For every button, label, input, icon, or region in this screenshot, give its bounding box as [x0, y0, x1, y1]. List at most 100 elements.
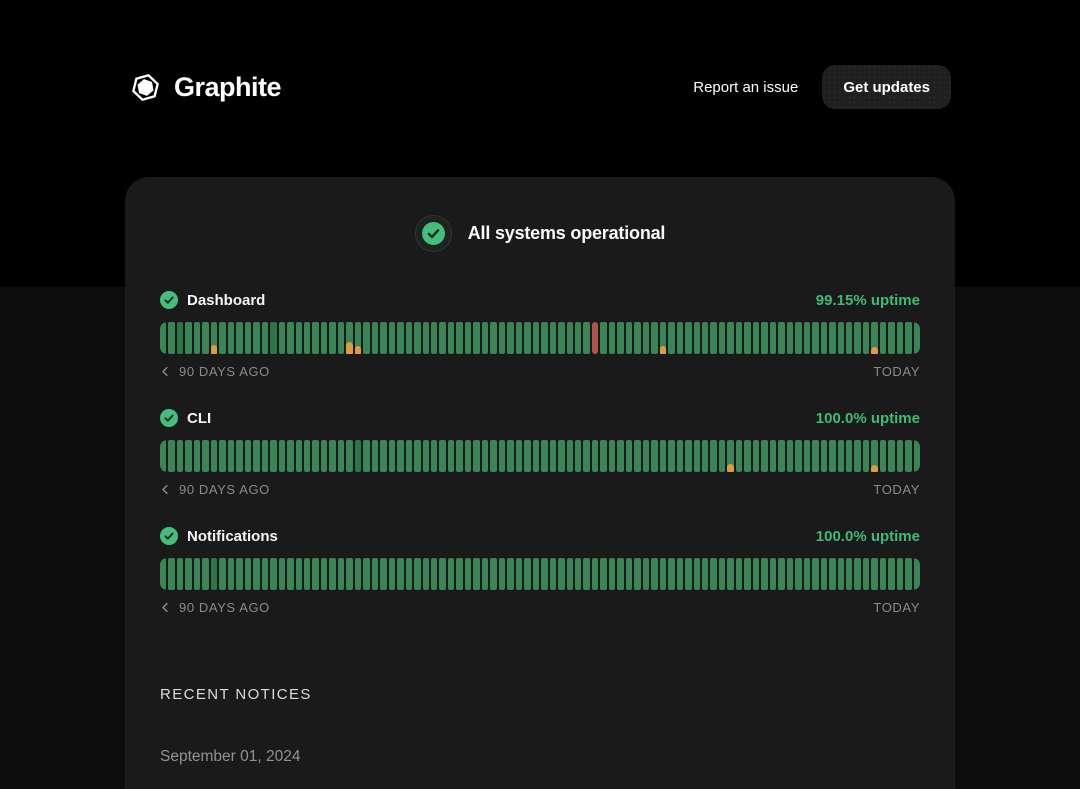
uptime-bar[interactable]: [694, 322, 700, 354]
uptime-bar[interactable]: [600, 322, 606, 354]
uptime-bar[interactable]: [270, 322, 276, 354]
uptime-bar[interactable]: [490, 440, 496, 472]
uptime-bar[interactable]: [592, 322, 598, 354]
uptime-bar[interactable]: [262, 558, 268, 590]
uptime-bar[interactable]: [185, 322, 191, 354]
uptime-bar[interactable]: [482, 440, 488, 472]
uptime-bar[interactable]: [245, 558, 251, 590]
uptime-bar[interactable]: [914, 558, 920, 590]
uptime-bar[interactable]: [160, 558, 166, 590]
uptime-bar[interactable]: [694, 440, 700, 472]
uptime-bar[interactable]: [236, 558, 242, 590]
uptime-bar[interactable]: [871, 322, 877, 354]
uptime-bar[interactable]: [787, 440, 793, 472]
uptime-bar[interactable]: [236, 322, 242, 354]
uptime-bar[interactable]: [829, 558, 835, 590]
uptime-bar[interactable]: [262, 322, 268, 354]
uptime-bar[interactable]: [346, 322, 352, 354]
uptime-bar[interactable]: [473, 558, 479, 590]
uptime-bar[interactable]: [194, 558, 200, 590]
uptime-bar[interactable]: [702, 558, 708, 590]
uptime-bar[interactable]: [888, 322, 894, 354]
uptime-bar[interactable]: [685, 322, 691, 354]
uptime-bar[interactable]: [194, 322, 200, 354]
uptime-bar[interactable]: [228, 558, 234, 590]
uptime-bar[interactable]: [168, 558, 174, 590]
uptime-bar[interactable]: [465, 322, 471, 354]
uptime-bar[interactable]: [583, 440, 589, 472]
uptime-bar[interactable]: [710, 322, 716, 354]
uptime-bar[interactable]: [727, 558, 733, 590]
uptime-bar[interactable]: [617, 440, 623, 472]
uptime-bar[interactable]: [490, 558, 496, 590]
uptime-bar[interactable]: [279, 558, 285, 590]
uptime-bar[interactable]: [160, 440, 166, 472]
uptime-bar[interactable]: [499, 440, 505, 472]
uptime-bar[interactable]: [694, 558, 700, 590]
uptime-bar[interactable]: [194, 440, 200, 472]
uptime-bar[interactable]: [304, 322, 310, 354]
uptime-bar[interactable]: [296, 322, 302, 354]
uptime-bar[interactable]: [550, 322, 556, 354]
uptime-bar[interactable]: [499, 322, 505, 354]
uptime-bar[interactable]: [507, 322, 513, 354]
uptime-bar[interactable]: [312, 322, 318, 354]
uptime-bar[interactable]: [626, 440, 632, 472]
get-updates-button[interactable]: Get updates: [822, 65, 951, 109]
uptime-bar[interactable]: [736, 440, 742, 472]
uptime-bar[interactable]: [524, 322, 530, 354]
uptime-bar[interactable]: [905, 322, 911, 354]
uptime-bar[interactable]: [880, 440, 886, 472]
uptime-bar[interactable]: [456, 558, 462, 590]
uptime-bar[interactable]: [338, 322, 344, 354]
uptime-bar[interactable]: [880, 322, 886, 354]
uptime-bar[interactable]: [177, 558, 183, 590]
uptime-bar[interactable]: [761, 558, 767, 590]
uptime-bar[interactable]: [660, 558, 666, 590]
uptime-bar[interactable]: [296, 440, 302, 472]
uptime-bar[interactable]: [202, 558, 208, 590]
uptime-bar[interactable]: [168, 440, 174, 472]
uptime-bar[interactable]: [372, 558, 378, 590]
uptime-bar[interactable]: [888, 558, 894, 590]
uptime-bar[interactable]: [202, 322, 208, 354]
uptime-bar[interactable]: [253, 558, 259, 590]
chevron-left-icon[interactable]: [160, 602, 171, 613]
uptime-bar[interactable]: [719, 440, 725, 472]
uptime-bar[interactable]: [287, 440, 293, 472]
uptime-bar[interactable]: [609, 558, 615, 590]
uptime-bar[interactable]: [575, 558, 581, 590]
uptime-bar[interactable]: [863, 558, 869, 590]
uptime-bar[interactable]: [643, 440, 649, 472]
uptime-bar[interactable]: [414, 440, 420, 472]
uptime-bar[interactable]: [406, 322, 412, 354]
uptime-bar[interactable]: [168, 322, 174, 354]
uptime-bar[interactable]: [863, 322, 869, 354]
uptime-bar[interactable]: [643, 558, 649, 590]
uptime-bar[interactable]: [439, 558, 445, 590]
uptime-bar[interactable]: [439, 440, 445, 472]
uptime-bar[interactable]: [567, 440, 573, 472]
uptime-bar[interactable]: [482, 322, 488, 354]
uptime-bar[interactable]: [871, 558, 877, 590]
uptime-bar[interactable]: [465, 440, 471, 472]
uptime-bar[interactable]: [829, 440, 835, 472]
uptime-bar[interactable]: [279, 440, 285, 472]
uptime-bar[interactable]: [888, 440, 894, 472]
uptime-bar[interactable]: [439, 322, 445, 354]
uptime-bar[interactable]: [575, 322, 581, 354]
uptime-bar[interactable]: [541, 322, 547, 354]
uptime-bar[interactable]: [804, 440, 810, 472]
uptime-bar[interactable]: [829, 322, 835, 354]
uptime-bar[interactable]: [812, 440, 818, 472]
uptime-bar[interactable]: [228, 440, 234, 472]
uptime-bar[interactable]: [456, 322, 462, 354]
uptime-bar[interactable]: [380, 440, 386, 472]
uptime-bar[interactable]: [363, 440, 369, 472]
uptime-bar[interactable]: [558, 558, 564, 590]
uptime-bar[interactable]: [710, 558, 716, 590]
uptime-bar[interactable]: [507, 440, 513, 472]
uptime-bar[interactable]: [651, 322, 657, 354]
uptime-bar[interactable]: [465, 558, 471, 590]
uptime-bar[interactable]: [177, 322, 183, 354]
